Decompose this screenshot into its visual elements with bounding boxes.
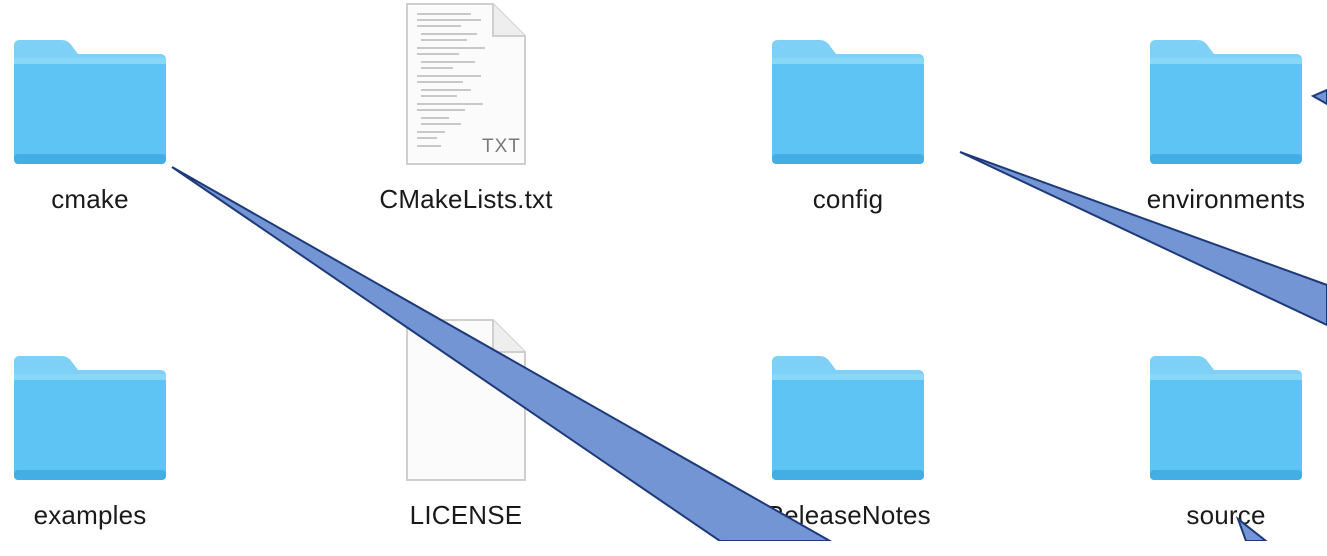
file-item-license[interactable]: LICENSE: [351, 316, 581, 556]
file-name-label: LICENSE: [409, 500, 523, 530]
file-item-config[interactable]: config: [733, 0, 963, 240]
folder-icon: [772, 356, 924, 480]
file-name-label: ReleaseNotes: [765, 500, 931, 530]
folder-icon: [14, 40, 166, 164]
file-item-cmakelists-txt[interactable]: TXT CMakeLists.txt: [351, 0, 581, 240]
file-item-releasenotes[interactable]: ReleaseNotes: [733, 316, 963, 556]
folder-icon: [1150, 40, 1302, 164]
file-name-label: environments: [1146, 184, 1306, 214]
file-item-cmake[interactable]: cmake: [0, 0, 205, 240]
folder-icon: [14, 356, 166, 480]
file-name-label: examples: [33, 500, 147, 530]
document-icon: [406, 319, 526, 481]
folder-icon: [772, 40, 924, 164]
folder-icon: [1150, 356, 1302, 480]
file-item-examples[interactable]: examples: [0, 316, 205, 556]
file-name-label: source: [1186, 500, 1266, 530]
file-name-label: config: [812, 184, 884, 214]
file-item-source[interactable]: source: [1111, 316, 1327, 556]
finder-icon-view: cmake TXT CMakeLists.txt config environm…: [0, 0, 1327, 541]
file-type-badge: TXT: [482, 136, 521, 157]
file-name-label: CMakeLists.txt: [379, 184, 553, 214]
file-item-environments[interactable]: environments: [1111, 0, 1327, 240]
file-name-label: cmake: [51, 184, 129, 214]
